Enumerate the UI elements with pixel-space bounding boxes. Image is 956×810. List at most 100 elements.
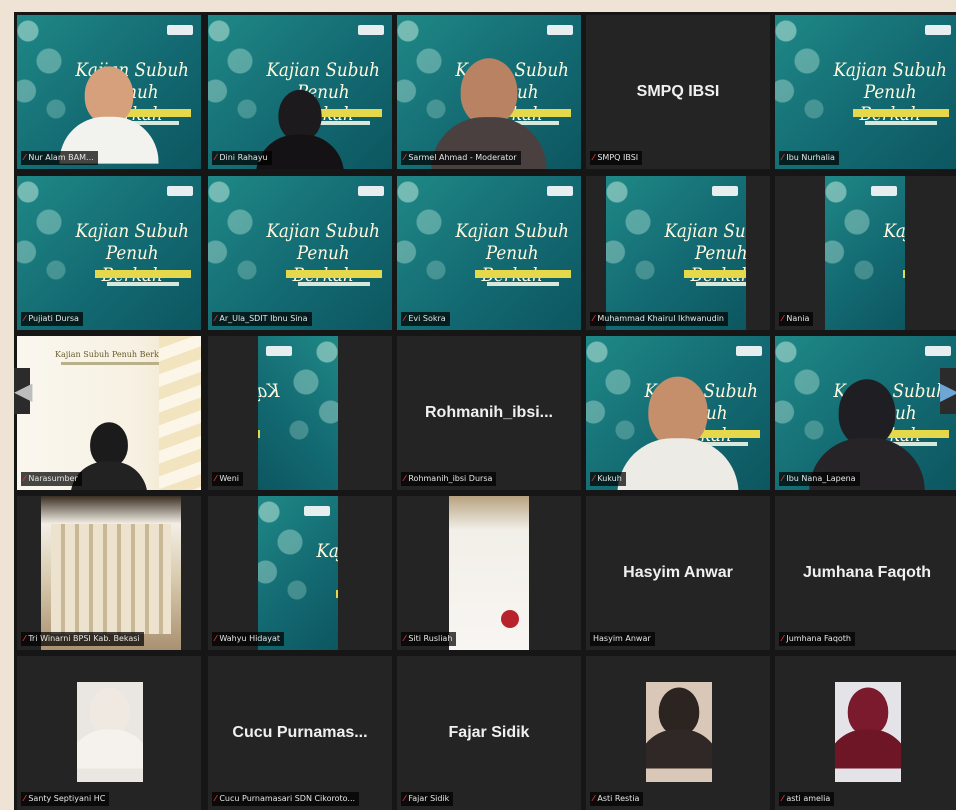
participant-name-label: ⁄ Weni (212, 472, 243, 486)
muted-mic-icon: ⁄ (24, 634, 26, 643)
participant-video: Kajian Subuh Penuh Berkah (397, 176, 581, 330)
participant-tile[interactable]: Kajian Subuh Penuh Berkah⁄Ar_Ula_SDIT Ib… (208, 176, 392, 330)
flower (501, 610, 519, 628)
slide-subtitle (61, 362, 161, 365)
participant-tile[interactable]: Hasyim Anwar Hasyim Anwar (586, 496, 770, 650)
kajian-poster: Kajian Subuh Penuh Berkah (258, 496, 338, 650)
participant-head (847, 687, 889, 736)
participant-video (646, 682, 712, 782)
poster-subtitle-bar (865, 121, 937, 125)
participant-name: Muhammad Khairul Ikhwanudin (597, 314, 724, 323)
participant-tile[interactable]: Cucu Purnamas... ⁄ Cucu Purnamasari SDN Ci… (208, 656, 392, 810)
participant-name-label: ⁄ Ibu Nurhalia (779, 151, 839, 165)
poster-badge (736, 346, 762, 356)
participant-tile[interactable]: Rohmanih_ibsi... ⁄ Rohmanih_ibsi Dursa (397, 336, 581, 490)
kajian-poster: Kajian Subuh Penuh Berkah (606, 176, 746, 330)
participant-tile[interactable]: SMPQ IBSI ⁄ SMPQ IBSI (586, 15, 770, 169)
participant-tile[interactable]: Kajian Subuh Penuh Berkah⁄Pujiati Dursa (17, 176, 201, 330)
previous-page-button[interactable]: ◀ (14, 368, 32, 414)
participant-tile[interactable]: ⁄ Siti Rusliah (397, 496, 581, 650)
participant-video (449, 496, 529, 650)
participant-tile[interactable]: Jumhana Faqoth ⁄ Jumhana Faqoth (775, 496, 956, 650)
participant-name: Fajar Sidik (408, 794, 450, 803)
muted-mic-icon: ⁄ (215, 474, 217, 483)
participant-tile[interactable]: Kajian Subuh Penuh Berkah ⁄Weni (208, 336, 392, 490)
participant-tile[interactable]: Kajian Subuh Penuh Berkah⁄Kukuh (586, 336, 770, 490)
participant-tile[interactable]: Fajar Sidik ⁄ Fajar Sidik (397, 656, 581, 810)
participant-tile[interactable]: Kajian Subuh Penuh Berkah ⁄Wahyu Hidayat (208, 496, 392, 650)
participant-head (648, 376, 708, 447)
participant-tile[interactable]: Kajian Subuh Penuh Berkah ⁄ Narasumber (17, 336, 201, 490)
poster-subtitle-bar (487, 282, 559, 286)
participant-tile[interactable]: Kajian Subuh Penuh Berkah ⁄Nania (775, 176, 956, 330)
participant-display-name: Cucu Purnamas... (232, 724, 368, 741)
participant-video: Kajian Subuh Penuh Berkah (258, 336, 338, 490)
participant-name-label: Hasyim Anwar (590, 632, 655, 646)
room-background (41, 496, 181, 650)
participant-tile[interactable]: Kajian Subuh Penuh Berkah⁄Nur Alam BAM..… (17, 15, 201, 169)
participant-display-name: SMPQ IBSI (636, 83, 720, 100)
participant-figure (59, 66, 159, 164)
ornament-decoration (208, 176, 268, 288)
muted-mic-icon: ⁄ (24, 794, 26, 803)
poster-ribbon (258, 430, 260, 438)
muted-mic-icon: ⁄ (782, 634, 784, 643)
participant-tile[interactable]: Kajian Subuh Penuh Berkah⁄Ibu Nurhalia (775, 15, 956, 169)
participant-video: Kajian Subuh Penuh Berkah (17, 15, 201, 169)
poster-badge (547, 25, 573, 35)
muted-mic-icon: ⁄ (215, 153, 217, 162)
participant-tile[interactable]: Kajian Subuh Penuh Berkah⁄Evi Sokra (397, 176, 581, 330)
participant-figure (77, 687, 143, 769)
muted-mic-icon: ⁄ (404, 634, 406, 643)
poster-badge (266, 346, 292, 356)
muted-mic-icon: ⁄ (215, 314, 217, 323)
participant-name-label: ⁄ Asti Restia (590, 792, 644, 806)
participant-tile[interactable]: ⁄ Santy Septiyani HC (17, 656, 201, 810)
participant-head (278, 89, 322, 141)
kajian-poster: Kajian Subuh Penuh Berkah (208, 176, 392, 330)
participant-name: Siti Rusliah (408, 634, 453, 643)
poster-ribbon (684, 270, 746, 278)
participant-body (646, 729, 712, 769)
participant-display-name: Rohmanih_ibsi... (424, 404, 553, 421)
muted-mic-icon: ⁄ (404, 794, 406, 803)
kajian-poster: Kajian Subuh Penuh Berkah (258, 336, 338, 490)
participant-name: Ibu Nurhalia (786, 153, 835, 162)
participant-name: Ar_Ula_SDIT Ibnu Sina (219, 314, 308, 323)
poster-subtitle-bar (107, 282, 179, 286)
poster-badge (358, 25, 384, 35)
participant-name-label: ⁄ Siti Rusliah (401, 632, 457, 646)
participant-name: Sarmel Ahmad - Moderator (408, 153, 517, 162)
participant-body (77, 729, 143, 769)
participant-tile[interactable]: Kajian Subuh Penuh Berkah⁄Muhammad Khair… (586, 176, 770, 330)
participant-video: Kajian Subuh Penuh Berkah (397, 15, 581, 169)
participant-figure (70, 422, 148, 490)
participant-name-label: ⁄ Sarmel Ahmad - Moderator (401, 151, 521, 165)
participant-tile[interactable]: Kajian Subuh Penuh Berkah⁄Dini Rahayu (208, 15, 392, 169)
participant-name-label: ⁄ Evi Sokra (401, 312, 450, 326)
participant-name: Nur Alam BAM... (28, 153, 94, 162)
participant-head (89, 687, 131, 736)
next-page-button[interactable]: ▶ (940, 368, 956, 414)
ornament-decoration (17, 176, 77, 288)
participant-tile[interactable]: ⁄ asti amelia (775, 656, 956, 810)
chevron-right-icon: ▶ (940, 377, 956, 405)
profile-photo (646, 682, 712, 782)
profile-photo (835, 682, 901, 782)
poster-badge (712, 186, 738, 196)
profile-photo (77, 682, 143, 782)
participant-head (90, 422, 128, 467)
poster-subtitle-bar (696, 282, 746, 286)
participant-video: Kajian Subuh Penuh Berkah (208, 15, 392, 169)
participant-video: Kajian Subuh Penuh Berkah (586, 336, 770, 490)
participant-tile[interactable]: ⁄ Tri Winarni BPSI Kab. Bekasi (17, 496, 201, 650)
participant-name: Asti Restia (597, 794, 640, 803)
participant-name: Cucu Purnamasari SDN Cikoroto... (219, 794, 356, 803)
muted-mic-icon: ⁄ (24, 474, 26, 483)
participant-tile[interactable]: Kajian Subuh Penuh Berkah⁄Sarmel Ahmad -… (397, 15, 581, 169)
participant-tile[interactable]: Kajian Subuh Penuh Berkah⁄Ibu Nana_Lapen… (775, 336, 956, 490)
poster-subtitle-bar (298, 282, 370, 286)
participant-name: Rohmanih_ibsi Dursa (408, 474, 493, 483)
kajian-poster: Kajian Subuh Penuh Berkah (397, 176, 581, 330)
participant-tile[interactable]: ⁄ Asti Restia (586, 656, 770, 810)
